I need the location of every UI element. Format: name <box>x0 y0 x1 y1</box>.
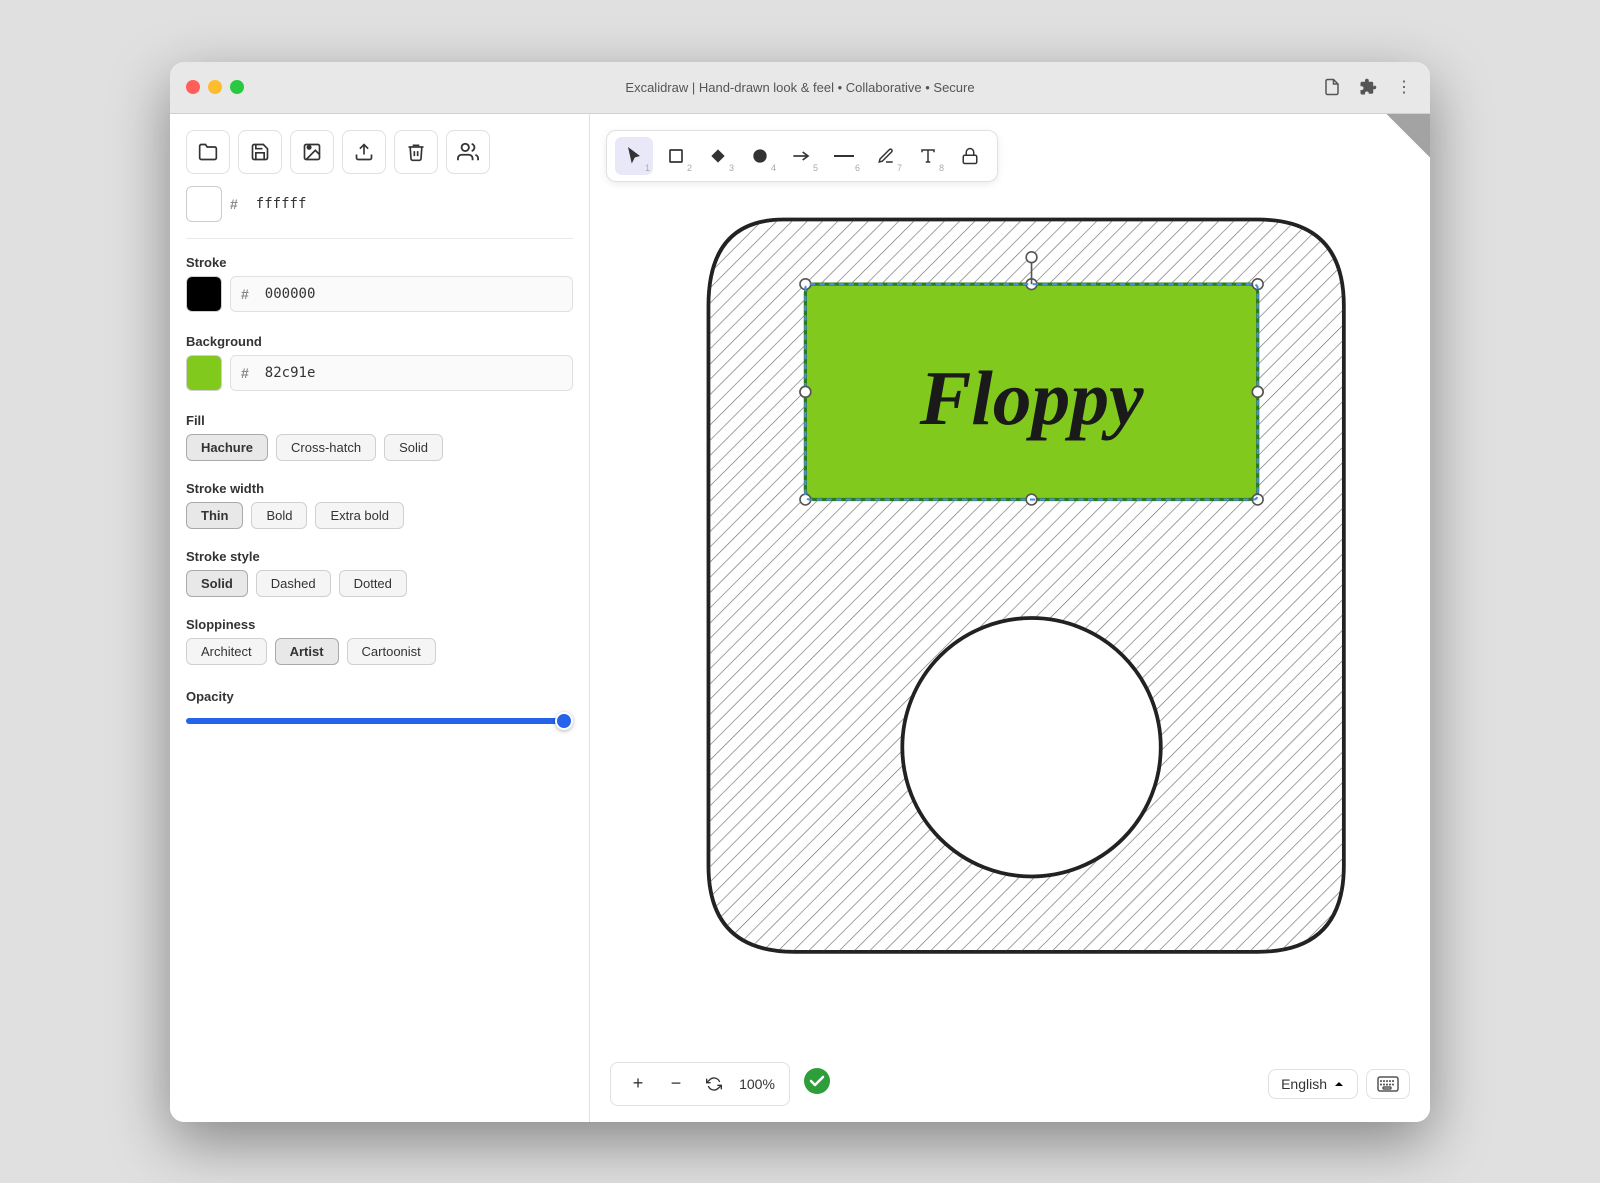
health-icon <box>802 1066 832 1101</box>
collaborate-button[interactable] <box>446 130 490 174</box>
stroke-width-section: Stroke width Thin Bold Extra bold <box>186 481 573 537</box>
export-image-button[interactable] <box>290 130 334 174</box>
keyboard-icon <box>1377 1076 1399 1092</box>
background-color-input[interactable] <box>255 355 562 391</box>
stroke-extra-bold-btn[interactable]: Extra bold <box>315 502 404 529</box>
open-button[interactable] <box>186 130 230 174</box>
save-button[interactable] <box>238 130 282 174</box>
top-color-swatch[interactable] <box>186 186 222 222</box>
stroke-style-dotted-btn[interactable]: Dotted <box>339 570 407 597</box>
maximize-button[interactable] <box>230 80 244 94</box>
stroke-bold-btn[interactable]: Bold <box>251 502 307 529</box>
divider-1 <box>186 238 573 239</box>
zoom-in-button[interactable]: + <box>623 1069 653 1099</box>
sloppiness-artist-btn[interactable]: Artist <box>275 638 339 665</box>
background-color-swatch[interactable] <box>186 355 222 391</box>
sloppiness-section: Sloppiness Architect Artist Cartoonist <box>186 617 573 673</box>
stroke-row: # <box>186 276 573 312</box>
stroke-thin-btn[interactable]: Thin <box>186 502 243 529</box>
close-button[interactable] <box>186 80 200 94</box>
stroke-color-input-wrapper: # <box>230 276 573 312</box>
sloppiness-options: Architect Artist Cartoonist <box>186 638 573 665</box>
stroke-style-section: Stroke style Solid Dashed Dotted <box>186 549 573 605</box>
opacity-slider[interactable] <box>186 718 573 724</box>
new-file-icon[interactable] <box>1322 77 1342 97</box>
stroke-width-options: Thin Bold Extra bold <box>186 502 573 529</box>
canvas-area[interactable]: 1 2 3 4 5 <box>590 114 1430 1122</box>
fill-crosshatch-btn[interactable]: Cross-hatch <box>276 434 376 461</box>
more-options-icon[interactable]: ⋮ <box>1394 77 1414 97</box>
fill-options: Hachure Cross-hatch Solid <box>186 434 573 461</box>
stroke-section: Stroke # <box>186 255 573 322</box>
background-label: Background <box>186 334 573 349</box>
sloppiness-cartoonist-btn[interactable]: Cartoonist <box>347 638 436 665</box>
titlebar-actions: ⋮ <box>1322 77 1414 97</box>
background-row: # <box>186 355 573 391</box>
color-picker-row: # ffffff <box>186 186 573 222</box>
chevron-up-icon <box>1333 1078 1345 1090</box>
stroke-style-label: Stroke style <box>186 549 573 564</box>
stroke-label: Stroke <box>186 255 573 270</box>
stroke-color-swatch[interactable] <box>186 276 222 312</box>
hash-symbol: # <box>230 196 238 212</box>
fill-label: Fill <box>186 413 573 428</box>
sidebar-toolbar <box>186 130 573 174</box>
fill-section: Fill Hachure Cross-hatch Solid <box>186 413 573 469</box>
stroke-style-dashed-btn[interactable]: Dashed <box>256 570 331 597</box>
delete-button[interactable] <box>394 130 438 174</box>
zoom-reset-button[interactable] <box>699 1069 729 1099</box>
background-color-input-wrapper: # <box>230 355 573 391</box>
zoom-out-button[interactable]: − <box>661 1069 691 1099</box>
minimize-button[interactable] <box>208 80 222 94</box>
background-section: Background # <box>186 334 573 401</box>
fill-solid-btn[interactable]: Solid <box>384 434 443 461</box>
zoom-percent[interactable]: 100% <box>737 1076 777 1092</box>
export-button[interactable] <box>342 130 386 174</box>
fill-hachure-btn[interactable]: Hachure <box>186 434 268 461</box>
top-color-input[interactable]: ffffff <box>246 186 573 222</box>
main-area: # ffffff Stroke # Background <box>170 114 1430 1122</box>
stroke-color-input[interactable] <box>255 276 562 312</box>
titlebar: Excalidraw | Hand-drawn look & feel • Co… <box>170 62 1430 114</box>
bottom-bar: + − 100% English <box>590 1062 1430 1106</box>
stroke-style-solid-btn[interactable]: Solid <box>186 570 248 597</box>
canvas-svg[interactable]: Floppy <box>590 114 1430 1122</box>
extensions-icon[interactable] <box>1358 77 1378 97</box>
sloppiness-architect-btn[interactable]: Architect <box>186 638 267 665</box>
language-label: English <box>1281 1076 1327 1092</box>
sidebar: # ffffff Stroke # Background <box>170 114 590 1122</box>
app-window: Excalidraw | Hand-drawn look & feel • Co… <box>170 62 1430 1122</box>
window-title: Excalidraw | Hand-drawn look & feel • Co… <box>625 80 974 95</box>
language-select[interactable]: English <box>1268 1069 1358 1099</box>
stroke-width-label: Stroke width <box>186 481 573 496</box>
traffic-lights <box>186 80 244 94</box>
svg-text:Floppy: Floppy <box>919 355 1145 441</box>
opacity-section: Opacity <box>186 689 573 729</box>
opacity-label: Opacity <box>186 689 573 704</box>
stroke-style-options: Solid Dashed Dotted <box>186 570 573 597</box>
sloppiness-label: Sloppiness <box>186 617 573 632</box>
keyboard-button[interactable] <box>1366 1069 1410 1099</box>
zoom-controls: + − 100% <box>610 1062 790 1106</box>
